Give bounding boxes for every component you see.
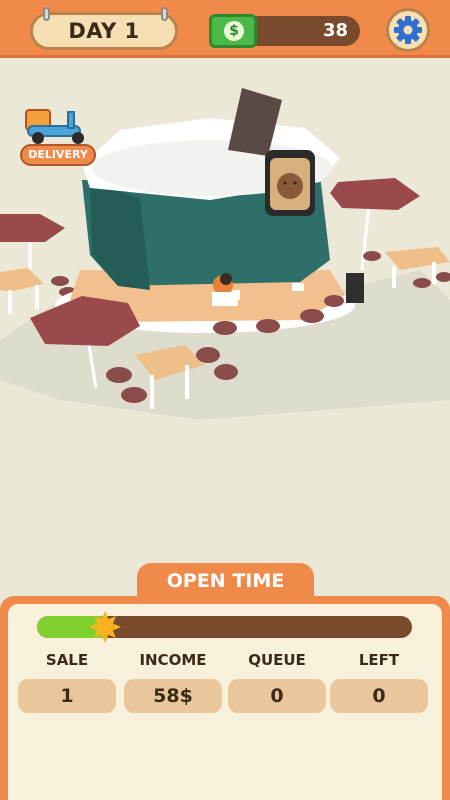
- gear-icon: [394, 16, 422, 44]
- delivery-button[interactable]: DELIVERY: [20, 106, 96, 168]
- settings-button[interactable]: [386, 8, 430, 52]
- stat-label-income: INCOME: [139, 651, 207, 669]
- stat-value-sale: 1: [18, 679, 116, 713]
- day-badge: DAY 1: [30, 7, 178, 50]
- stat-label-left: LEFT: [358, 651, 400, 669]
- sun-icon: [89, 611, 121, 643]
- stat-value-left: 0: [330, 679, 428, 713]
- cafe-building: [55, 88, 364, 335]
- stat-label-sale: SALE: [45, 651, 89, 669]
- stat-value-queue: 0: [228, 679, 326, 713]
- day-label: DAY 1: [68, 19, 140, 43]
- delivery-scooter-icon: [25, 109, 84, 144]
- stat-label-queue: QUEUE: [248, 651, 306, 669]
- badge-ring-right: [161, 7, 168, 21]
- dollar-bill-icon: $: [209, 14, 257, 48]
- umbrella-left: [0, 214, 65, 280]
- badge-ring-left: [43, 7, 50, 21]
- money-value: 38: [322, 20, 348, 41]
- delivery-label: DELIVERY: [20, 144, 96, 166]
- stat-value-income: 58$: [124, 679, 222, 713]
- open-time-title: OPEN TIME: [166, 570, 285, 592]
